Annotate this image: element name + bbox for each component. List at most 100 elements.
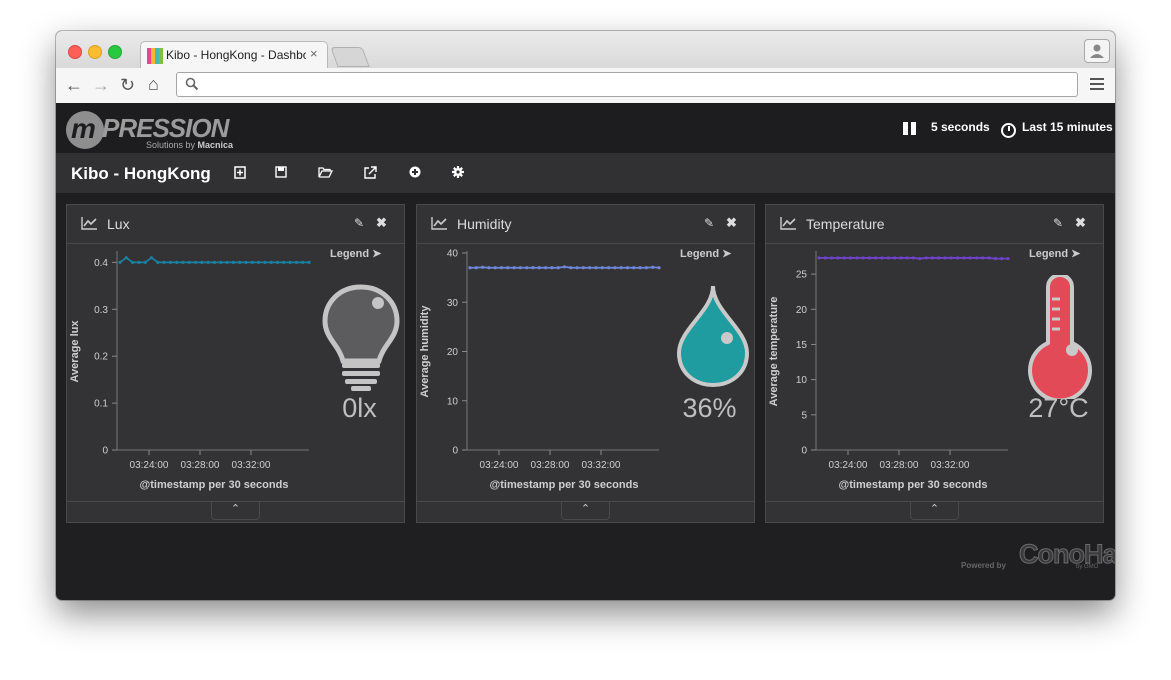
data-point — [149, 256, 154, 260]
profile-button[interactable] — [1084, 39, 1110, 63]
collapse-button[interactable]: ⌃ — [910, 501, 959, 520]
data-point — [238, 260, 242, 264]
share-icon[interactable] — [364, 166, 377, 179]
data-point — [632, 266, 636, 270]
reload-icon[interactable]: ↻ — [120, 75, 135, 96]
data-point — [619, 266, 623, 270]
y-axis-title: Average humidity — [419, 305, 431, 398]
x-tick-label: 03:28:00 — [880, 460, 919, 471]
line-chart: 0 0.1 0.2 0.3 0.4 03:24:00 03:28:00 03:32:00 @ti… — [69, 251, 311, 491]
data-point — [143, 260, 147, 264]
line-chart: 0 5 10 15 20 25 03:24:00 03:28:00 03:32:00 @times… — [768, 251, 1010, 491]
panel-header: Temperature ✎ ✖ — [766, 205, 1103, 244]
refresh-interval[interactable]: 5 seconds — [931, 120, 990, 134]
y-tick-label: 20 — [447, 347, 459, 358]
new-tab-button[interactable] — [330, 47, 370, 67]
data-point — [569, 266, 573, 270]
data-point — [968, 256, 972, 260]
close-icon[interactable]: ✖ — [1075, 215, 1086, 231]
y-tick-label: 0.2 — [94, 352, 108, 363]
data-point — [613, 266, 617, 270]
y-tick-label: 20 — [796, 305, 808, 316]
data-point — [949, 256, 953, 260]
data-point — [282, 260, 286, 264]
y-tick-label: 0 — [801, 446, 807, 457]
x-axis-title: @timestamp per 30 seconds — [490, 479, 639, 491]
settings-gear-icon[interactable] — [452, 166, 464, 178]
data-point — [886, 256, 890, 260]
legend-toggle[interactable]: Legend ➤ — [1029, 247, 1080, 260]
data-point — [842, 256, 846, 260]
panel-humidity: Humidity ✎ ✖ Legend ➤ 36% ⌃ 0 10 20 30 40 03:… — [416, 204, 755, 523]
forward-icon[interactable]: → — [92, 75, 110, 96]
pause-icon[interactable] — [903, 122, 919, 140]
data-point — [1006, 257, 1010, 261]
data-point — [212, 260, 217, 264]
maximize-window-button[interactable] — [108, 45, 122, 59]
browser-tab[interactable]: Kibo - HongKong - Dashbo × — [140, 41, 328, 68]
close-icon[interactable]: ✖ — [376, 215, 387, 231]
time-range[interactable]: Last 15 minutes — [1022, 120, 1113, 134]
browser-menu-icon[interactable] — [1090, 78, 1104, 93]
data-point — [506, 266, 510, 270]
y-tick-label: 10 — [447, 396, 459, 407]
legend-toggle[interactable]: Legend ➤ — [330, 247, 381, 260]
legend-toggle[interactable]: Legend ➤ — [680, 247, 731, 260]
pencil-icon[interactable]: ✎ — [1053, 216, 1063, 230]
panel-title: Temperature — [806, 216, 885, 232]
close-window-button[interactable] — [68, 45, 82, 59]
y-tick-label: 25 — [796, 270, 808, 281]
data-point — [848, 256, 853, 260]
data-point — [880, 256, 884, 260]
data-point — [893, 256, 897, 260]
add-panel-icon[interactable] — [409, 166, 421, 178]
data-point — [1000, 257, 1004, 261]
close-icon[interactable]: ✖ — [726, 215, 737, 231]
clock-icon[interactable] — [1001, 123, 1016, 138]
data-point — [924, 256, 928, 260]
home-icon[interactable]: ⌂ — [148, 74, 159, 95]
chart-axes — [815, 251, 1008, 451]
pencil-icon[interactable]: ✎ — [704, 216, 714, 230]
data-point — [556, 266, 560, 270]
lightbulb-icon — [321, 283, 401, 398]
address-bar[interactable] — [176, 72, 1078, 97]
data-point — [244, 260, 248, 264]
browser-window: Kibo - HongKong - Dashbo × ← → ↻ ⌂ m PRE… — [56, 31, 1115, 600]
pencil-icon[interactable]: ✎ — [354, 216, 364, 230]
dashboard-title: Kibo - HongKong — [71, 164, 211, 183]
collapse-button[interactable]: ⌃ — [561, 501, 610, 520]
data-point — [930, 256, 934, 260]
data-point — [575, 266, 579, 270]
line-chart: 0 10 20 30 40 03:24:00 03:28:00 03:32:00 @timest… — [419, 249, 661, 491]
data-point — [600, 266, 604, 270]
data-point — [481, 265, 485, 269]
data-point — [269, 260, 273, 264]
data-point — [231, 260, 235, 264]
new-dashboard-icon[interactable] — [234, 166, 246, 179]
collapse-button[interactable]: ⌃ — [211, 501, 260, 520]
data-point — [981, 256, 985, 260]
save-icon[interactable] — [275, 166, 287, 178]
tab-close-icon[interactable]: × — [310, 46, 318, 61]
browser-toolbar: ← → ↻ ⌂ — [56, 68, 1115, 104]
data-point — [899, 256, 903, 260]
data-point — [823, 256, 827, 260]
data-point — [301, 260, 305, 264]
data-point — [544, 266, 548, 270]
minimize-window-button[interactable] — [88, 45, 102, 59]
data-point — [175, 260, 179, 264]
data-point — [162, 260, 166, 264]
x-tick-label: 03:32:00 — [582, 460, 621, 471]
data-point — [987, 256, 991, 260]
back-icon[interactable]: ← — [65, 75, 83, 96]
panel-lux: Lux ✎ ✖ Legend ➤ 0lx ⌃ 0 0.1 0.2 0.3 0.4 03:2… — [66, 204, 405, 523]
kibana-favicon-icon — [147, 48, 163, 64]
open-folder-icon[interactable] — [318, 166, 333, 178]
data-point — [918, 257, 922, 261]
data-point — [225, 260, 229, 264]
data-point — [275, 260, 280, 264]
data-point — [257, 260, 261, 264]
data-point — [974, 256, 979, 260]
data-point — [194, 260, 198, 264]
